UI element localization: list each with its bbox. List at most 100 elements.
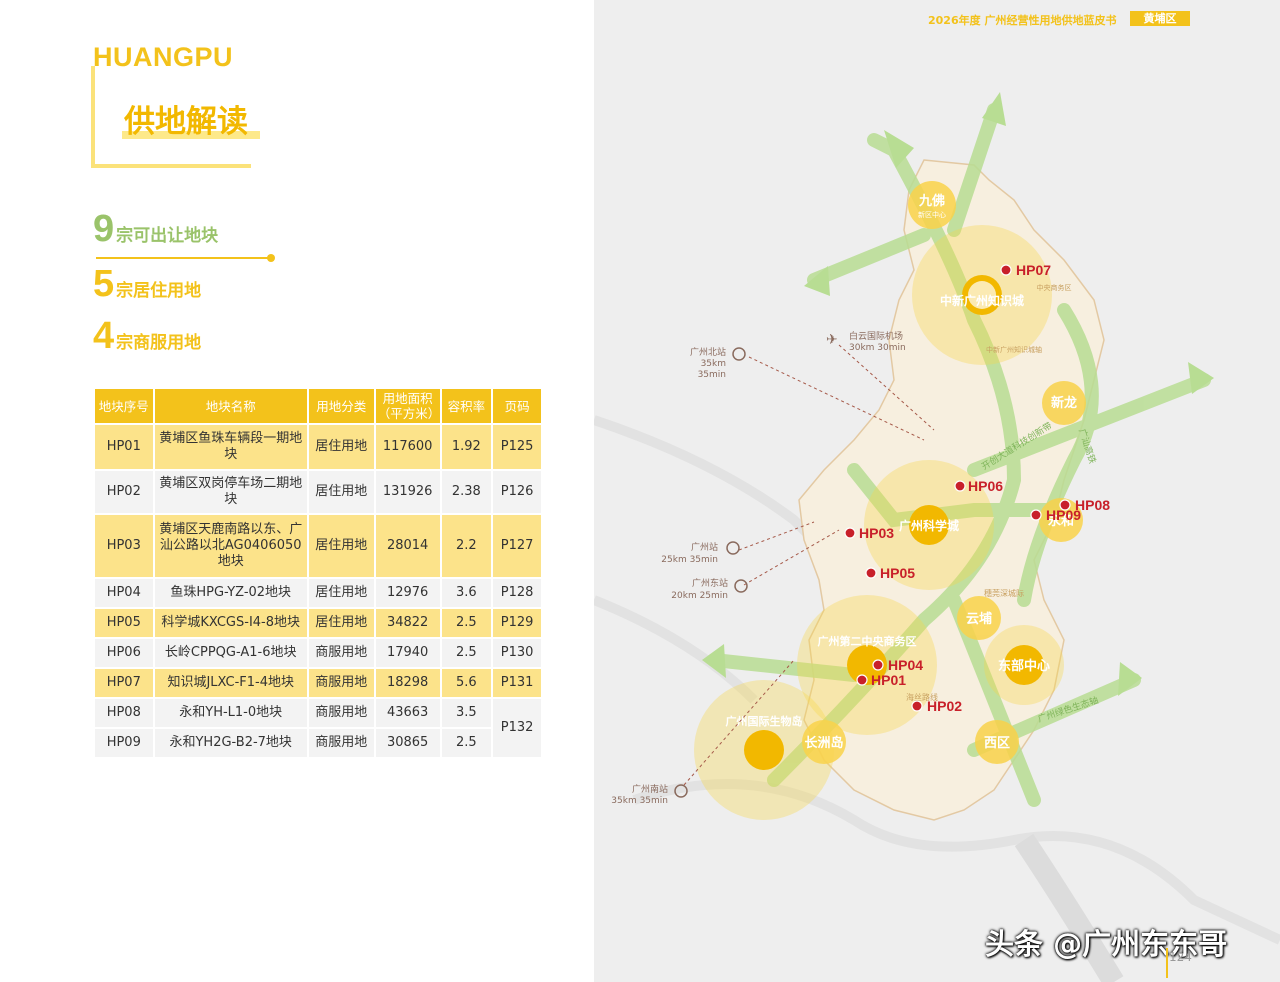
cell-page: P131	[493, 669, 541, 697]
stat-total-label: 宗可出让地块	[116, 226, 219, 246]
transport-name: 白云国际机场	[849, 330, 903, 342]
node-label: 西区	[984, 736, 1010, 751]
table-header-row: 地块序号 地块名称 用地分类 用地面积 （平方米） 容积率 页码	[95, 389, 541, 423]
cell-far: 2.5	[441, 639, 492, 667]
table-row: HP04 鱼珠HPG-YZ-02地块 居住用地 12976 3.6 P128	[95, 579, 541, 607]
cell-page: P128	[493, 579, 541, 607]
cell-type: 居住用地	[308, 515, 374, 577]
node-label: 东部中心	[998, 658, 1050, 674]
page-number: 124	[1169, 950, 1192, 964]
table-row: HP03 黄埔区天鹿南路以东、广汕公路以北AG0406050地块 居住用地 28…	[95, 515, 541, 577]
transport-dist: 35km 35min	[611, 796, 668, 806]
th-id: 地块序号	[95, 389, 153, 423]
cell-type: 居住用地	[308, 471, 374, 513]
plot-label: HP02	[927, 698, 962, 714]
plot-label: HP07	[1016, 262, 1051, 278]
stat-divider-dot	[267, 254, 275, 262]
stat-residential: 5 宗居住用地	[93, 263, 201, 306]
cell-area: 117600	[375, 425, 440, 469]
plot-table: 地块序号 地块名称 用地分类 用地面积 （平方米） 容积率 页码 HP01 黄埔…	[93, 387, 543, 759]
cell-name: 黄埔区双岗停车场二期地块	[154, 471, 307, 513]
stat-residential-label: 宗居住用地	[116, 281, 202, 301]
cell-far: 1.92	[441, 425, 492, 469]
cell-page: P127	[493, 515, 541, 577]
plot-label: HP01	[871, 672, 906, 688]
cell-far: 3.5	[441, 699, 492, 727]
cell-area: 43663	[375, 699, 440, 727]
th-area-unit: （平方米）	[377, 406, 441, 421]
cell-far: 3.6	[441, 579, 492, 607]
stat-commercial: 4 宗商服用地	[93, 315, 201, 358]
plot-label: HP09	[1046, 507, 1081, 523]
node-label: 云埔	[966, 611, 992, 627]
plot-label: HP03	[859, 525, 894, 541]
cell-far: 2.2	[441, 515, 492, 577]
node-label: 广州科学城	[899, 518, 959, 533]
node-label: 新龙	[1051, 395, 1077, 411]
th-name: 地块名称	[154, 389, 307, 423]
transport-name: 广州北站	[690, 346, 726, 358]
stat-commercial-label: 宗商服用地	[116, 333, 202, 353]
node-label: 广州第二中央商务区	[818, 634, 917, 648]
node-label: 长洲岛	[804, 735, 843, 751]
node-sub-label: 中新广州知识城轴	[986, 345, 1042, 354]
node-sub-label: 中央商务区	[1037, 283, 1072, 292]
transport-dist: 20km 25min	[671, 591, 728, 601]
cell-type: 居住用地	[308, 609, 374, 637]
table-row: HP08 永和YH-L1-0地块 商服用地 43663 3.5 P132	[95, 699, 541, 757]
transport-time: 35min	[698, 370, 726, 380]
cell-page: P126	[493, 471, 541, 513]
cell-type: 居住用地	[308, 579, 374, 607]
cell-area: 12976	[375, 579, 440, 607]
table-row: HP07 知识城JLXC-F1-4地块 商服用地 18298 5.6 P131	[95, 669, 541, 697]
table-row: HP01 黄埔区鱼珠车辆段一期地块 居住用地 117600 1.92 P125	[95, 425, 541, 469]
cell-page: P125	[493, 425, 541, 469]
cell-area: 30865	[375, 729, 440, 757]
transport-dist: 35km	[701, 359, 726, 369]
transport-name: 广州东站	[692, 577, 728, 589]
cell-id: HP07	[95, 669, 153, 697]
map-panel: 九佛 中新广州知识城 新龙 广州科学城 永和 云埔 东部中心 广州第二中央商务区…	[594, 0, 1280, 982]
cell-area: 34822	[375, 609, 440, 637]
table-row: HP02 黄埔区双岗停车场二期地块 居住用地 131926 2.38 P126	[95, 471, 541, 513]
district-badge: 黄埔区	[1130, 11, 1190, 26]
cell-area: 18298	[375, 669, 440, 697]
cell-far: 2.38	[441, 471, 492, 513]
cell-page: P129	[493, 609, 541, 637]
stat-total: 9 宗可出让地块	[93, 208, 218, 251]
th-page: 页码	[493, 389, 541, 423]
plot-label: HP06	[968, 478, 1003, 494]
left-panel: HUANGPU 供地解读 9 宗可出让地块 5 宗居住用地 4 宗商服用地 地块…	[0, 0, 594, 982]
stat-total-num: 9	[93, 208, 115, 250]
cell-name: 黄埔区鱼珠车辆段一期地块	[154, 425, 307, 469]
plot-label: HP05	[880, 565, 915, 581]
table-row: HP09 永和YH2G-B2-7地块 商服用地 30865 2.5	[95, 729, 541, 757]
cell-name: 鱼珠HPG-YZ-02地块	[154, 579, 307, 607]
cell-id: HP01	[95, 425, 153, 469]
section-title: 供地解读	[124, 104, 248, 140]
th-far: 容积率	[441, 389, 492, 423]
th-area: 用地面积 （平方米）	[375, 389, 441, 423]
cell-type: 商服用地	[308, 669, 374, 697]
cell-name: 黄埔区天鹿南路以东、广汕公路以北AG0406050地块	[154, 515, 307, 577]
cell-type: 商服用地	[308, 699, 374, 727]
th-area-label: 用地面积	[382, 391, 433, 406]
node-label: 九佛	[918, 193, 945, 209]
cell-far: 5.6	[441, 669, 492, 697]
cell-id: HP06	[95, 639, 153, 667]
node-label: 广州国际生物岛	[726, 714, 803, 728]
cell-name: 长岭CPPQG-A1-6地块	[154, 639, 307, 667]
cell-id: HP05	[95, 609, 153, 637]
corridor-label: 穗莞深城际	[984, 588, 1024, 598]
table-row: HP06 长岭CPPQG-A1-6地块 商服用地 17940 2.5 P130	[95, 639, 541, 667]
stat-commercial-num: 4	[93, 315, 115, 357]
cell-id: HP08	[95, 699, 153, 727]
table-row: HP05 科学城KXCGS-I4-8地块 居住用地 34822 2.5 P129	[95, 609, 541, 637]
cell-name: 科学城KXCGS-I4-8地块	[154, 609, 307, 637]
cell-far: 2.5	[441, 609, 492, 637]
stat-divider	[96, 257, 270, 259]
transport-name: 广州南站	[632, 783, 668, 795]
cell-type: 商服用地	[308, 729, 374, 757]
cell-area: 28014	[375, 515, 440, 577]
transport-name: 广州站	[691, 541, 718, 553]
